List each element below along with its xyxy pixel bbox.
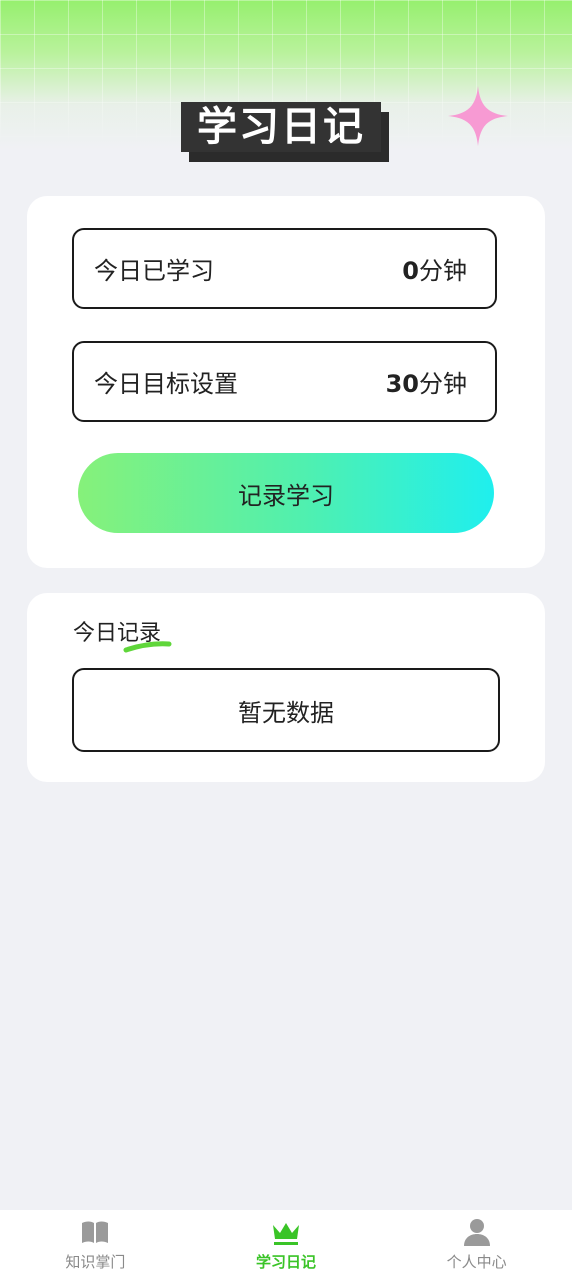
tab-study-diary-label: 学习日记 [256,1253,317,1271]
crown-icon [273,1223,299,1245]
daily-goal-label: 今日目标设置 [94,370,238,398]
person-icon [463,1219,490,1246]
study-summary-card: 今日已学习 0分钟 今日目标设置 30分钟 记录学习 [27,196,545,568]
daily-goal-setting-row[interactable]: 今日目标设置 30分钟 [72,341,497,422]
today-studied-value: 0 [402,257,419,285]
tab-knowledge-label: 知识掌门 [65,1253,126,1271]
daily-goal-value: 30 [385,370,419,398]
today-studied-value-group: 0分钟 [402,251,467,286]
daily-goal-unit: 分钟 [419,370,467,398]
page-title-badge: 学习日记 [181,102,389,162]
empty-state: 暂无数据 [72,668,500,752]
today-studied-unit: 分钟 [419,257,467,285]
tab-study-diary[interactable]: 学习日记 [191,1210,382,1280]
today-studied-row: 今日已学习 0分钟 [72,228,497,309]
daily-goal-value-group: 30分钟 [386,364,467,399]
today-studied-label: 今日已学习 [94,257,214,285]
tab-profile[interactable]: 个人中心 [381,1210,572,1280]
sparkle-icon [448,86,508,146]
today-records-card: 今日记录 暂无数据 [27,593,545,782]
bottom-tab-bar: 知识掌门 学习日记 个人中心 [0,1210,572,1280]
book-icon [82,1221,109,1243]
tab-knowledge[interactable]: 知识掌门 [0,1210,191,1280]
today-records-title: 今日记录 [73,621,162,646]
page-title: 学习日记 [197,104,365,150]
tab-profile-label: 个人中心 [446,1253,507,1271]
record-study-button[interactable]: 记录学习 [78,453,494,533]
today-records-title-wrap: 今日记录 [73,615,172,653]
